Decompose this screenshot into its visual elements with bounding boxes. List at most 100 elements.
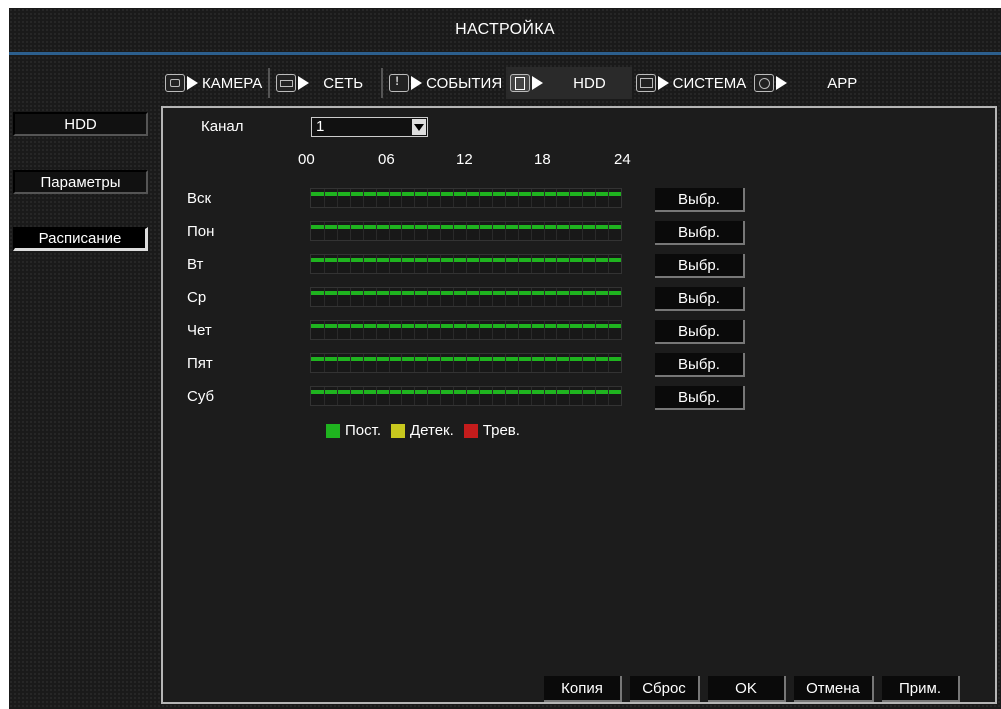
hour-tick — [504, 189, 506, 207]
hour-tick — [427, 255, 429, 273]
tab-camera[interactable]: КАМЕРА — [161, 67, 266, 99]
hour-tick — [556, 321, 558, 339]
hour-tick — [504, 387, 506, 405]
hour-tick — [362, 189, 364, 207]
copy-button[interactable]: Копия — [544, 676, 622, 702]
hour-tick — [569, 387, 571, 405]
hour-tick — [504, 255, 506, 273]
reset-button[interactable]: Сброс — [630, 676, 700, 702]
hour-tick — [440, 255, 442, 273]
hour-tick — [530, 189, 532, 207]
hour-tick — [453, 288, 455, 306]
action-buttons: Копия Сброс OK Отмена Прим. — [544, 676, 960, 702]
main-tabs: КАМЕРА СЕТЬ СОБЫТИЯ HDD СИСТЕМА APP — [161, 65, 997, 101]
select-button[interactable]: Выбр. — [655, 188, 745, 212]
hour-tick — [349, 387, 351, 405]
timeline-track[interactable] — [310, 353, 622, 373]
hour-tick — [375, 288, 377, 306]
tab-system[interactable]: СИСТЕМА — [632, 67, 751, 99]
hour-tick — [608, 354, 610, 372]
cancel-button[interactable]: Отмена — [794, 676, 874, 702]
timeline-track[interactable] — [310, 287, 622, 307]
hour-tick — [401, 387, 403, 405]
hour-tick — [608, 189, 610, 207]
hour-tick — [595, 288, 597, 306]
timeline-track[interactable] — [310, 254, 622, 274]
timeline-track[interactable] — [310, 320, 622, 340]
hour-tick — [362, 255, 364, 273]
hour-tick — [336, 387, 338, 405]
hour-tick — [375, 189, 377, 207]
tab-app[interactable]: APP — [750, 67, 861, 99]
hour-tick — [530, 387, 532, 405]
hour-tick — [375, 354, 377, 372]
hour-tick — [440, 288, 442, 306]
hour-tick — [543, 255, 545, 273]
hour-tick — [427, 321, 429, 339]
channel-select-value: 1 — [316, 118, 325, 135]
select-button[interactable]: Выбр. — [655, 254, 745, 278]
hour-tick — [543, 387, 545, 405]
select-button[interactable]: Выбр. — [655, 287, 745, 311]
hour-tick — [478, 189, 480, 207]
hour-tick — [388, 387, 390, 405]
ok-button[interactable]: OK — [708, 676, 786, 702]
tab-separator — [268, 68, 271, 98]
timeline-track[interactable] — [310, 386, 622, 406]
hour-tick — [388, 255, 390, 273]
select-button[interactable]: Выбр. — [655, 386, 745, 410]
sidebar-item-parameters[interactable]: Параметры — [13, 170, 148, 194]
sidebar-item-hdd[interactable]: HDD — [13, 112, 148, 136]
hour-tick — [569, 288, 571, 306]
hour-tick — [517, 255, 519, 273]
hour-tick — [401, 321, 403, 339]
hour-tick — [453, 387, 455, 405]
hour-tick — [478, 288, 480, 306]
hour-tick — [453, 321, 455, 339]
hour-tick — [530, 354, 532, 372]
tab-network[interactable]: СЕТЬ — [272, 67, 367, 99]
hour-tick — [336, 189, 338, 207]
hour-tick — [440, 189, 442, 207]
hour-tick — [569, 222, 571, 240]
hour-tick — [323, 222, 325, 240]
select-button[interactable]: Выбр. — [655, 221, 745, 245]
legend-swatch-alarm — [463, 423, 478, 438]
tab-events[interactable]: СОБЫТИЯ — [385, 67, 506, 99]
hour-tick — [323, 321, 325, 339]
select-button[interactable]: Выбр. — [655, 353, 745, 377]
schedule-row: Пон Выбр. — [163, 221, 783, 251]
select-button[interactable]: Выбр. — [655, 320, 745, 344]
hour-tick — [414, 387, 416, 405]
day-label: Пят — [187, 355, 213, 372]
hour-tick — [427, 387, 429, 405]
hour-tick — [530, 255, 532, 273]
legend: Пост. Детек. Трев. — [326, 422, 530, 439]
tab-events-label: СОБЫТИЯ — [426, 74, 503, 92]
legend-item: Пост. — [326, 422, 381, 439]
hour-tick — [543, 321, 545, 339]
hour-tick — [336, 354, 338, 372]
hour-tick — [401, 189, 403, 207]
hour-tick — [478, 255, 480, 273]
timeline-track[interactable] — [310, 188, 622, 208]
tab-separator — [381, 68, 384, 98]
sidebar-item-schedule[interactable]: Расписание — [13, 227, 148, 251]
chevron-down-icon[interactable] — [412, 119, 426, 135]
alarm-icon — [389, 74, 410, 92]
hdd-icon — [510, 74, 531, 92]
channel-select[interactable]: 1 — [311, 117, 428, 137]
hour-tick — [388, 321, 390, 339]
hour-tick — [362, 387, 364, 405]
hour-tick — [349, 222, 351, 240]
hour-tick — [349, 255, 351, 273]
timeline-track[interactable] — [310, 221, 622, 241]
hour-tick — [543, 288, 545, 306]
apply-button[interactable]: Прим. — [882, 676, 960, 702]
legend-label: Трев. — [482, 422, 520, 439]
arrow-right-icon — [532, 76, 544, 90]
tab-hdd[interactable]: HDD — [506, 67, 632, 99]
legend-swatch-detection — [391, 423, 405, 438]
hour-tick — [336, 255, 338, 273]
hour-tick — [362, 222, 364, 240]
